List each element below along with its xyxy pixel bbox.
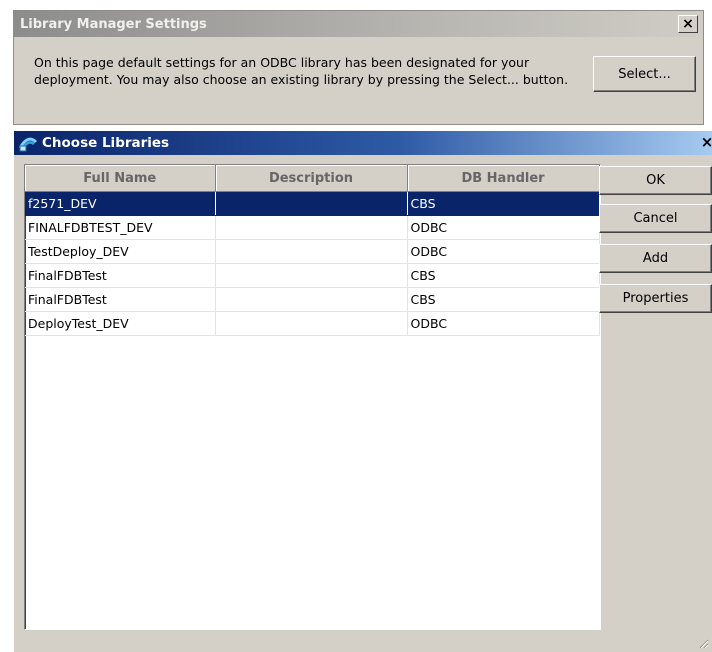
cell-description bbox=[215, 311, 408, 336]
choose-libraries-title: Choose Libraries bbox=[42, 135, 170, 151]
cell-db-handler: CBS bbox=[407, 287, 600, 312]
table-header-row: Full Name Description DB Handler bbox=[25, 165, 600, 192]
cell-description bbox=[215, 263, 408, 288]
select-button[interactable]: Select... bbox=[593, 56, 696, 92]
choose-libraries-titlebar[interactable]: Choose Libraries × bbox=[14, 131, 712, 155]
table-row[interactable]: DeployTest_DEV ODBC bbox=[25, 311, 600, 336]
cell-description bbox=[215, 215, 408, 240]
ok-button[interactable]: OK bbox=[599, 166, 712, 195]
column-header-db-handler[interactable]: DB Handler bbox=[407, 165, 600, 192]
libraries-list[interactable]: Full Name Description DB Handler f2571_D… bbox=[24, 164, 601, 630]
cell-description bbox=[215, 239, 408, 264]
cell-full-name: FinalFDBTest bbox=[25, 263, 216, 288]
close-icon: × bbox=[700, 132, 712, 151]
cell-db-handler: CBS bbox=[407, 191, 600, 216]
choose-libraries-dialog: Choose Libraries × Full Name Description… bbox=[13, 130, 712, 652]
table-row[interactable]: FINALFDBTEST_DEV ODBC bbox=[25, 215, 600, 240]
table-row[interactable]: FinalFDBTest CBS bbox=[25, 263, 600, 288]
column-header-full-name[interactable]: Full Name bbox=[25, 165, 216, 192]
cell-db-handler: CBS bbox=[407, 263, 600, 288]
cell-full-name: FinalFDBTest bbox=[25, 287, 216, 312]
table-row[interactable]: TestDeploy_DEV ODBC bbox=[25, 239, 600, 264]
column-header-description[interactable]: Description bbox=[215, 165, 408, 192]
cell-full-name: FINALFDBTEST_DEV bbox=[25, 215, 216, 240]
add-button[interactable]: Add bbox=[599, 244, 712, 273]
table-row[interactable]: f2571_DEV CBS bbox=[25, 191, 600, 216]
cell-full-name: DeployTest_DEV bbox=[25, 311, 216, 336]
cell-full-name: TestDeploy_DEV bbox=[25, 239, 216, 264]
cell-description bbox=[215, 191, 408, 216]
cell-db-handler: ODBC bbox=[407, 239, 600, 264]
cell-db-handler: ODBC bbox=[407, 311, 600, 336]
library-manager-description: On this page default settings for an ODB… bbox=[34, 55, 569, 87]
library-manager-close-button[interactable]: × bbox=[678, 15, 698, 33]
library-icon bbox=[18, 137, 38, 152]
library-manager-dialog: Library Manager Settings × On this page … bbox=[13, 10, 704, 125]
cell-full-name: f2571_DEV bbox=[25, 191, 216, 216]
library-manager-title: Library Manager Settings bbox=[20, 16, 207, 32]
resize-grip-icon[interactable] bbox=[697, 637, 709, 649]
cell-db-handler: ODBC bbox=[407, 215, 600, 240]
properties-button[interactable]: Properties bbox=[599, 284, 712, 313]
cell-description bbox=[215, 287, 408, 312]
table-row[interactable]: FinalFDBTest CBS bbox=[25, 287, 600, 312]
close-icon: × bbox=[682, 16, 694, 32]
libraries-table: Full Name Description DB Handler f2571_D… bbox=[25, 165, 600, 336]
choose-libraries-close-button[interactable]: × bbox=[698, 133, 712, 151]
cancel-button[interactable]: Cancel bbox=[599, 204, 712, 233]
library-manager-titlebar[interactable]: Library Manager Settings bbox=[14, 11, 703, 37]
